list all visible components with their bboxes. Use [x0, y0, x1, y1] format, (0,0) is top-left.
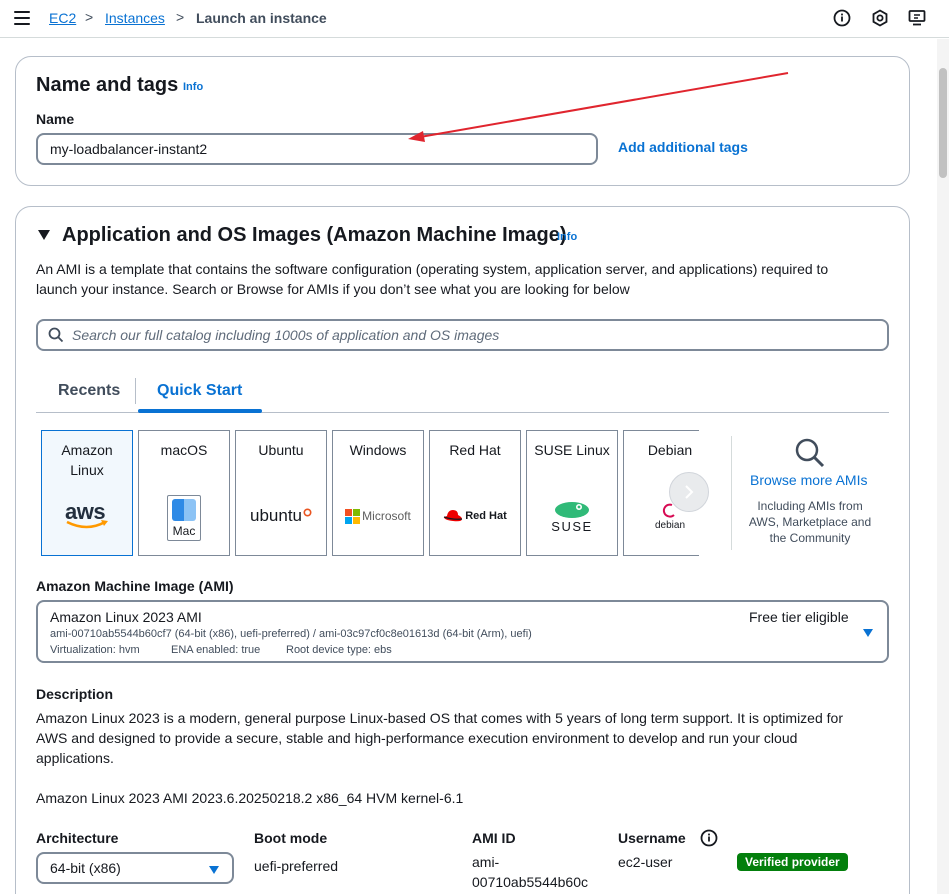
mac-logo: Mac [139, 495, 229, 541]
name-and-tags-title: Name and tags [36, 74, 179, 96]
tile-name: Debian [647, 442, 693, 458]
username-value: ec2-user [618, 854, 673, 870]
feedback-screen-icon[interactable] [908, 9, 926, 27]
ami-id-label: AMI ID [472, 830, 516, 846]
suse-logo-text: SUSE [551, 518, 593, 534]
carousel-next-button[interactable] [669, 472, 709, 512]
ami-id-value: ami- 00710ab5544b60c [472, 852, 588, 892]
ami-root-device: Root device type: ebs [286, 644, 392, 656]
browse-more-description: Including AMIs from AWS, Marketplace and… [740, 498, 880, 546]
browse-more-amis-link[interactable]: Browse more AMIs [750, 472, 867, 488]
browse-divider [731, 436, 732, 550]
settings-hexagon-icon[interactable] [871, 9, 889, 27]
tile-name: Windows [349, 442, 407, 458]
ami-long-description-line: Amazon Linux 2023 is a modern, general p… [36, 710, 843, 726]
tile-suse-linux[interactable]: SUSE Linux SUSE [526, 430, 618, 556]
ami-info-link[interactable]: Info [557, 231, 577, 243]
breadcrumb-current: Launch an instance [196, 10, 327, 26]
ami-ena: ENA enabled: true [171, 644, 261, 656]
ami-selected-name: Amazon Linux 2023 AMI [50, 609, 202, 625]
ami-description-line: An AMI is a template that contains the s… [36, 261, 829, 277]
ami-virtualization: Virtualization: hvm [50, 644, 140, 656]
browse-description-line: AWS, Marketplace and [748, 515, 872, 529]
ami-select-dropdown[interactable]: Amazon Linux 2023 AMI ami-00710ab5544b60… [36, 600, 889, 663]
caret-down-icon [209, 866, 219, 874]
architecture-label: Architecture [36, 830, 119, 846]
tile-red-hat[interactable]: Red Hat Red Hat [429, 430, 521, 556]
aws-logo: aws [42, 495, 132, 537]
ami-selected-ids: ami-00710ab5544b60cf7 (64-bit (x86), uef… [50, 628, 532, 640]
browse-search-icon[interactable] [794, 437, 826, 469]
tile-name: SUSE Linux [534, 442, 610, 458]
breadcrumb-separator: > [176, 9, 185, 25]
ami-long-description: Amazon Linux 2023 is a modern, general p… [36, 708, 843, 768]
ubuntu-logo: ubuntu [236, 495, 326, 537]
tile-windows[interactable]: Windows Microsoft [332, 430, 424, 556]
architecture-select[interactable]: 64-bit (x86) [36, 852, 234, 884]
add-additional-tags-link[interactable]: Add additional tags [618, 139, 748, 155]
free-tier-label: Free tier eligible [749, 609, 849, 625]
tile-amazon-linux[interactable]: Amazon Linux aws [41, 430, 133, 556]
menu-icon[interactable] [14, 11, 30, 25]
ami-description: An AMI is a template that contains the s… [36, 259, 828, 299]
description-label: Description [36, 686, 114, 702]
tile-ubuntu[interactable]: Ubuntu ubuntu [235, 430, 327, 556]
name-tags-info-link[interactable]: Info [183, 81, 203, 93]
debian-logo-text: debian [654, 519, 686, 531]
caret-down-icon[interactable] [37, 229, 51, 241]
ami-section-title: Application and OS Images (Amazon Machin… [62, 224, 567, 246]
ubuntu-logo-text: ubuntu [250, 506, 302, 525]
microsoft-logo: Microsoft [333, 495, 423, 537]
breadcrumb-ec2[interactable]: EC2 [49, 10, 76, 26]
ami-id-line: ami- [472, 854, 500, 870]
search-icon [48, 327, 64, 343]
ami-id-line: 00710ab5544b60c [472, 874, 589, 890]
tile-name: Linux [70, 462, 104, 478]
info-circle-icon[interactable] [833, 9, 851, 27]
tab-quick-start[interactable]: Quick Start [157, 382, 242, 400]
breadcrumb-instances[interactable]: Instances [105, 10, 165, 26]
scrollbar-thumb[interactable] [939, 68, 947, 178]
browse-description-line: the Community [769, 531, 851, 545]
suse-logo: SUSE [527, 495, 617, 537]
tab-recents[interactable]: Recents [58, 382, 120, 400]
red-hat-logo: Red Hat [430, 495, 520, 537]
boot-mode-label: Boot mode [254, 830, 328, 846]
browse-description-line: Including AMIs from [757, 499, 863, 513]
breadcrumb-separator: > [85, 9, 94, 25]
tile-name: Red Hat [449, 442, 501, 458]
name-input[interactable]: my-loadbalancer-instant2 [36, 133, 598, 165]
ami-label: Amazon Machine Image (AMI) [36, 578, 234, 594]
boot-mode-value: uefi-preferred [254, 858, 339, 874]
ami-long-description-line: AWS and designed to provide a secure, st… [36, 730, 798, 746]
search-placeholder: Search our full catalog including 1000s … [72, 327, 500, 343]
caret-down-icon [863, 629, 873, 637]
red-hat-logo-text: Red Hat [465, 510, 507, 522]
tile-name: Amazon [61, 442, 113, 458]
ami-description-line: launch your instance. Search or Browse f… [36, 281, 630, 297]
chevron-right-icon [685, 485, 694, 499]
top-navigation-bar: EC2 > Instances > Launch an instance [0, 0, 949, 38]
active-tab-indicator [138, 409, 262, 413]
tab-separator [135, 378, 136, 404]
name-label: Name [36, 111, 75, 127]
ami-full-name: Amazon Linux 2023 AMI 2023.6.20250218.2 … [36, 790, 464, 806]
verified-provider-badge: Verified provider [737, 853, 848, 871]
tile-macos[interactable]: macOS Mac [138, 430, 230, 556]
ami-search-input[interactable]: Search our full catalog including 1000s … [36, 319, 889, 351]
microsoft-logo-text: Microsoft [362, 509, 411, 523]
tile-name: Ubuntu [258, 442, 304, 458]
tile-name: macOS [160, 442, 208, 458]
username-label: Username [618, 830, 686, 846]
name-input-value: my-loadbalancer-instant2 [50, 141, 208, 157]
info-circle-icon[interactable] [700, 829, 718, 847]
architecture-value: 64-bit (x86) [50, 860, 121, 876]
mac-logo-text: Mac [172, 524, 196, 538]
ami-long-description-line: applications. [36, 750, 114, 766]
